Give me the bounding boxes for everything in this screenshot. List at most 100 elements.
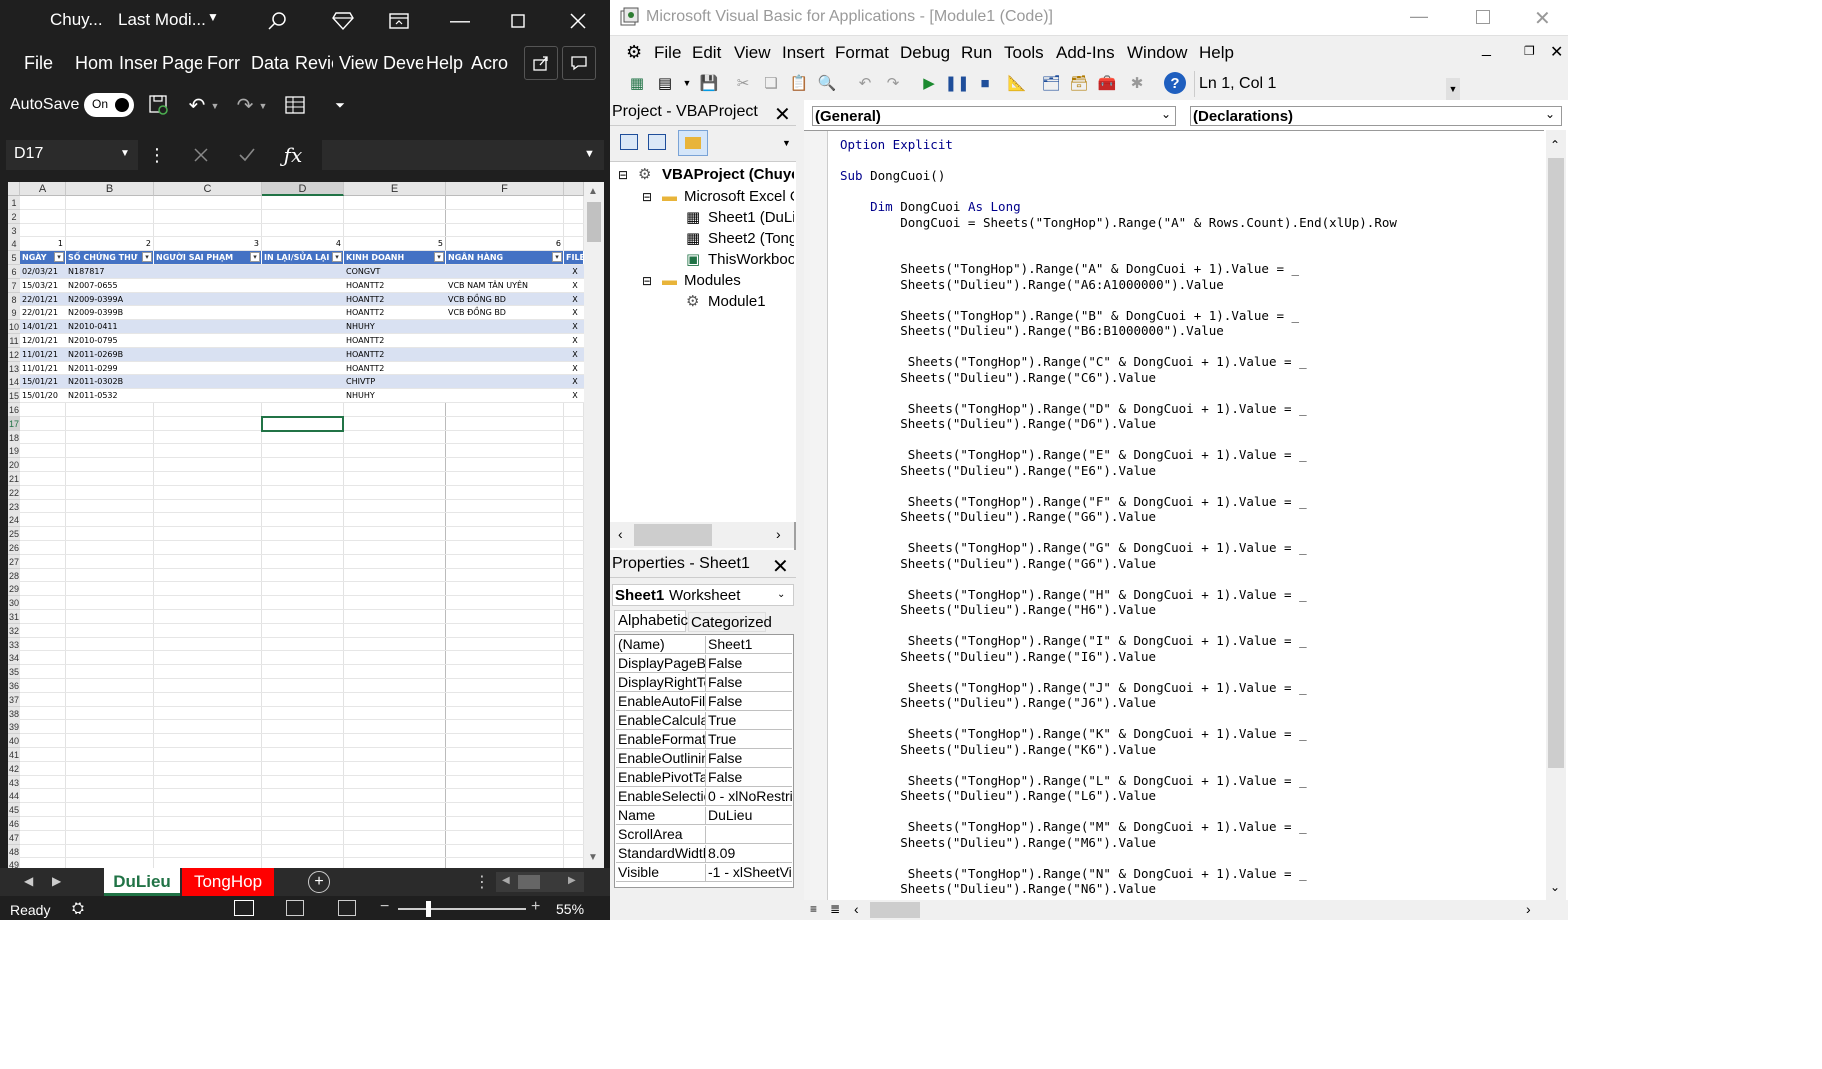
cell[interactable]: N2011-0532 bbox=[66, 389, 154, 403]
chevron-down-icon[interactable]: ▼ bbox=[782, 138, 794, 158]
scroll-left-icon[interactable]: ◀ bbox=[502, 875, 510, 886]
customize-qat-icon[interactable]: ⏷ bbox=[330, 94, 350, 116]
minimize-icon[interactable]: — bbox=[445, 6, 475, 36]
cell[interactable]: 3 bbox=[154, 237, 262, 251]
cell[interactable]: HOANTT2 bbox=[344, 348, 446, 362]
tree-module1[interactable]: Module1 bbox=[708, 293, 766, 310]
ribbon-display-icon[interactable] bbox=[384, 6, 414, 36]
row-header[interactable]: 35 bbox=[8, 665, 20, 680]
row-header[interactable]: 12 bbox=[8, 347, 20, 362]
hscroll-thumb[interactable] bbox=[518, 875, 540, 889]
code-line[interactable]: Sheets("TongHop").Range("J" & DongCuoi +… bbox=[840, 680, 1307, 695]
scroll-thumb[interactable] bbox=[587, 202, 601, 242]
row-header[interactable]: 25 bbox=[8, 527, 20, 542]
tab-developer[interactable]: Deve bbox=[383, 42, 423, 84]
cell[interactable]: X bbox=[564, 362, 584, 376]
property-value[interactable]: False bbox=[708, 655, 792, 671]
tree-thisworkbook[interactable]: ThisWorkbook bbox=[708, 251, 794, 268]
tab-review[interactable]: Revie bbox=[295, 42, 333, 84]
cell[interactable]: N2010-0411 bbox=[66, 320, 154, 334]
scroll-up-icon[interactable]: ⌃ bbox=[1550, 138, 1560, 152]
column-header[interactable]: A bbox=[20, 182, 66, 196]
scroll-right-icon[interactable]: › bbox=[776, 526, 781, 542]
chevron-down-icon[interactable]: ⌄ bbox=[777, 589, 785, 600]
tree-sheet2[interactable]: Sheet2 (TongH bbox=[708, 230, 794, 247]
undo-icon[interactable]: ↶ bbox=[854, 72, 876, 94]
vertical-scrollbar[interactable]: ▲ ▼ bbox=[584, 182, 604, 868]
code-line[interactable]: Dim DongCuoi As Long bbox=[840, 199, 1021, 214]
scroll-thumb[interactable] bbox=[1548, 158, 1564, 768]
code-line[interactable]: Sheets("Dulieu").Range("N6").Value bbox=[840, 881, 1156, 896]
menu-window[interactable]: Window bbox=[1127, 43, 1187, 63]
find-icon[interactable]: 🔍 bbox=[816, 72, 838, 94]
row-header[interactable]: 3 bbox=[8, 223, 20, 238]
property-value[interactable]: 8.09 bbox=[708, 845, 792, 861]
property-value[interactable]: False bbox=[708, 750, 792, 766]
property-row[interactable]: EnablePivotTal False bbox=[616, 768, 792, 787]
worksheet-grid[interactable]: A B C D E F 1 2 3 4 5 6 7 8 9 10 11 12 13 14 15 16 17 18 19 20 21 2… bbox=[8, 182, 584, 868]
row-header[interactable]: 9 bbox=[8, 306, 20, 321]
page-layout-view-icon[interactable] bbox=[286, 900, 304, 916]
property-value[interactable]: 0 - xlNoRestri bbox=[708, 788, 792, 804]
cell[interactable] bbox=[154, 279, 262, 293]
toggle-folders-icon[interactable] bbox=[678, 130, 708, 156]
menu-addins[interactable]: Add-Ins bbox=[1056, 43, 1115, 63]
row-header[interactable]: 2 bbox=[8, 209, 20, 224]
chevron-down-icon[interactable]: ▼ bbox=[258, 96, 268, 116]
property-value[interactable]: DuLieu bbox=[708, 807, 792, 823]
code-line[interactable]: Sheets("Dulieu").Range("L6").Value bbox=[840, 788, 1156, 803]
cell[interactable]: 15/03/21 bbox=[20, 279, 66, 293]
scroll-down-icon[interactable]: ▼ bbox=[588, 852, 598, 863]
sheet-tab-tonghop[interactable]: TongHop bbox=[182, 868, 274, 896]
collapse-icon[interactable]: ⊟ bbox=[618, 168, 628, 182]
cell[interactable] bbox=[154, 306, 262, 320]
code-line[interactable]: Sheets("Dulieu").Range("K6").Value bbox=[840, 742, 1156, 757]
code-line[interactable]: Sheets("Dulieu").Range("H6").Value bbox=[840, 602, 1156, 617]
insert-function-icon[interactable]: ƒx bbox=[278, 140, 308, 170]
menu-edit[interactable]: Edit bbox=[692, 43, 721, 63]
code-line[interactable]: Sheets("TongHop").Range("N" & DongCuoi +… bbox=[840, 866, 1307, 881]
property-row[interactable]: EnableCalculat True bbox=[616, 711, 792, 730]
cell[interactable]: N2010-0795 bbox=[66, 334, 154, 348]
tab-home[interactable]: Hom bbox=[75, 42, 115, 84]
last-modified-label[interactable]: Last Modi... bbox=[118, 10, 206, 30]
cell[interactable]: N2009-0399A bbox=[66, 293, 154, 307]
cell[interactable] bbox=[262, 265, 344, 279]
maximize-icon[interactable] bbox=[1476, 10, 1490, 24]
row-header[interactable]: 42 bbox=[8, 761, 20, 776]
name-box[interactable]: D17 ▼ bbox=[6, 140, 138, 170]
insert-userform-icon[interactable]: ▤ bbox=[654, 72, 676, 94]
zoom-slider[interactable] bbox=[398, 908, 526, 910]
close-icon[interactable]: ✕ bbox=[1534, 6, 1551, 31]
column-header[interactable] bbox=[564, 182, 584, 196]
row-header[interactable]: 40 bbox=[8, 734, 20, 749]
tab-help[interactable]: Help bbox=[426, 42, 466, 84]
break-icon[interactable]: ❚❚ bbox=[944, 72, 969, 94]
tab-insert[interactable]: Inser bbox=[119, 42, 157, 84]
property-value[interactable]: True bbox=[708, 731, 792, 747]
row-header[interactable]: 1 bbox=[8, 196, 20, 210]
hscroll-thumb[interactable] bbox=[870, 902, 920, 918]
minimize-icon[interactable]: _ bbox=[1482, 40, 1491, 58]
cell[interactable] bbox=[154, 375, 262, 389]
cell[interactable]: N2011-0299 bbox=[66, 362, 154, 376]
cell[interactable] bbox=[154, 265, 262, 279]
cell[interactable] bbox=[262, 293, 344, 307]
row-header[interactable]: 24 bbox=[8, 513, 20, 528]
property-value[interactable]: False bbox=[708, 769, 792, 785]
sheet-tab-dulieu[interactable]: DuLieu bbox=[104, 868, 180, 896]
save-icon[interactable] bbox=[146, 92, 172, 118]
cell[interactable] bbox=[154, 334, 262, 348]
restore-icon[interactable]: ❐ bbox=[1524, 44, 1535, 58]
redo-icon[interactable]: ↷ bbox=[232, 92, 258, 118]
cell[interactable] bbox=[446, 348, 564, 362]
table-header-cell[interactable]: NGƯỜI SAI PHẠM ▾ bbox=[154, 251, 262, 265]
cell[interactable]: NHUHY bbox=[344, 389, 446, 403]
table-header-cell[interactable]: SỐ CHỨNG THƯ ▾ bbox=[66, 251, 154, 265]
property-row[interactable]: EnableSelectio 0 - xlNoRestri bbox=[616, 787, 792, 806]
row-header[interactable]: 8 bbox=[8, 292, 20, 307]
column-header[interactable]: D bbox=[262, 182, 344, 196]
column-header[interactable]: C bbox=[154, 182, 262, 196]
property-row[interactable]: DisplayPageBreFalse bbox=[616, 654, 792, 673]
cell[interactable] bbox=[154, 362, 262, 376]
